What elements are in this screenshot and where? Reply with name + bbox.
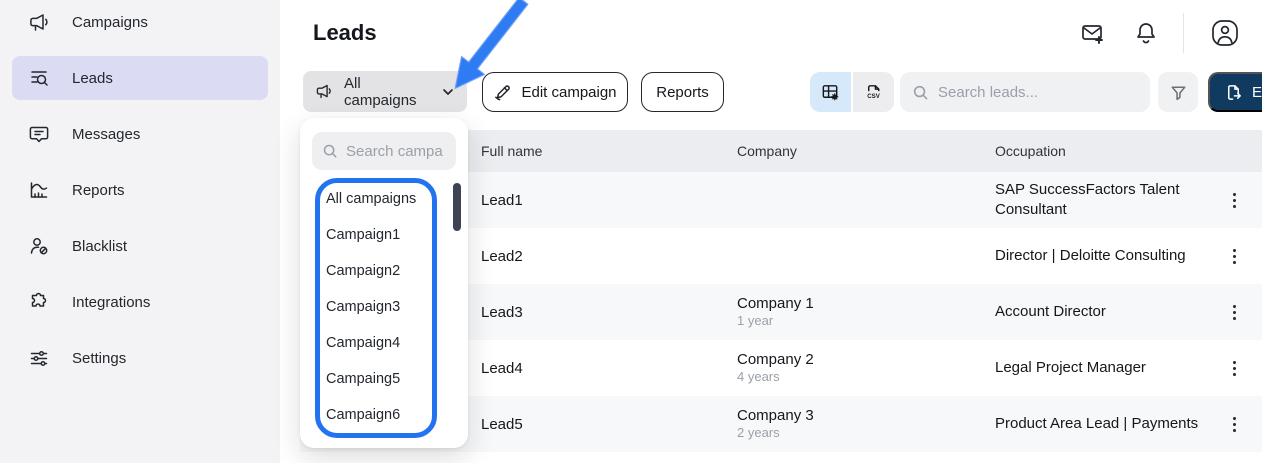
export-file-icon <box>1224 83 1243 102</box>
occupation: Legal Project Manager <box>995 358 1206 378</box>
sidebar-item-label: Blacklist <box>72 238 127 255</box>
sidebar-item-leads[interactable]: Leads <box>12 56 268 100</box>
campaign-search-box[interactable] <box>312 132 456 170</box>
bell-icon[interactable] <box>1133 20 1159 46</box>
csv-file-icon: CSV <box>863 82 884 103</box>
sidebar-item-label: Settings <box>72 350 126 367</box>
export-button[interactable]: Export <box>1208 72 1262 112</box>
company-name: Company 1 <box>737 295 995 313</box>
header-divider <box>1183 13 1184 53</box>
campaign-option[interactable]: All campaigns <box>315 181 437 217</box>
mail-plus-icon[interactable] <box>1080 20 1106 46</box>
lead-full-name: Lead4 <box>481 360 737 377</box>
campaign-dropdown-panel: All campaignsCampaign1Campaign2Campaign3… <box>300 118 468 448</box>
kebab-menu-icon[interactable] <box>1233 193 1236 208</box>
occupation: SAP SuccessFactors Talent Consultant <box>995 180 1206 220</box>
occupation: Director | Deloitte Consulting <box>995 246 1206 266</box>
campaign-filter-dropdown[interactable]: All campaigns <box>303 71 467 112</box>
occupation: Product Area Lead | Payments <box>995 414 1206 434</box>
megaphone-icon <box>28 11 50 33</box>
table-settings-icon <box>820 82 841 103</box>
campaign-list: All campaignsCampaign1Campaign2Campaign3… <box>315 181 437 433</box>
edit-pencil-icon <box>493 83 512 102</box>
edit-campaign-button[interactable]: Edit campaign <box>482 72 628 112</box>
campaign-option[interactable]: Campaign6 <box>315 397 437 433</box>
person-block-icon <box>28 235 50 257</box>
table-view-settings-button[interactable] <box>810 72 851 112</box>
campaign-search-input[interactable] <box>346 143 446 160</box>
leads-app: { "sidebar": { "items": [ { "label": "Ca… <box>0 0 1262 463</box>
page-title: Leads <box>313 20 377 46</box>
filter-button[interactable] <box>1158 72 1198 112</box>
company-duration: 4 years <box>737 369 995 385</box>
search-icon <box>322 143 338 159</box>
company-name: Company 2 <box>737 351 995 369</box>
kebab-menu-icon[interactable] <box>1233 249 1236 264</box>
sidebar-item-label: Messages <box>72 126 140 143</box>
sidebar-item-label: Leads <box>72 70 113 87</box>
kebab-menu-icon[interactable] <box>1233 417 1236 432</box>
search-icon <box>912 84 929 101</box>
puzzle-icon <box>28 291 50 313</box>
search-leads-input[interactable] <box>938 84 1138 101</box>
message-icon <box>28 123 50 145</box>
company-duration: 2 years <box>737 425 995 441</box>
search-leads-box[interactable] <box>900 72 1150 112</box>
company-duration: 1 year <box>737 313 995 329</box>
sliders-icon <box>28 347 50 369</box>
sidebar-item-messages[interactable]: Messages <box>12 112 268 156</box>
column-header-company: Company <box>737 143 995 159</box>
lead-full-name: Lead2 <box>481 248 737 265</box>
csv-export-button[interactable]: CSV <box>853 72 894 112</box>
column-header-full-name: Full name <box>481 143 737 159</box>
sidebar-item-label: Campaigns <box>72 14 148 31</box>
funnel-icon <box>1169 83 1188 102</box>
column-header-occupation: Occupation <box>995 143 1206 159</box>
lead-full-name: Lead1 <box>481 192 737 209</box>
reports-button-label: Reports <box>656 84 709 101</box>
sidebar-item-label: Integrations <box>72 294 150 311</box>
sidebar-item-integrations[interactable]: Integrations <box>12 280 268 324</box>
sidebar-item-settings[interactable]: Settings <box>12 336 268 380</box>
dropdown-scrollbar[interactable] <box>453 183 461 231</box>
sidebar-item-campaigns[interactable]: Campaigns <box>12 0 268 44</box>
sidebar-item-blacklist[interactable]: Blacklist <box>12 224 268 268</box>
svg-text:CSV: CSV <box>867 93 880 100</box>
campaign-option[interactable]: Campaing5 <box>315 361 437 397</box>
edit-campaign-label: Edit campaign <box>521 84 616 101</box>
kebab-menu-icon[interactable] <box>1233 361 1236 376</box>
sidebar-item-label: Reports <box>72 182 125 199</box>
sidebar: Campaigns Leads Messages Reports Blacklist In… <box>0 0 280 463</box>
campaign-option[interactable]: Campaign4 <box>315 325 437 361</box>
account-icon[interactable] <box>1210 18 1240 48</box>
company-name: Company 3 <box>737 407 995 425</box>
lead-search-icon <box>28 67 50 89</box>
chart-icon <box>28 179 50 201</box>
campaign-filter-label: All campaigns <box>344 75 431 109</box>
occupation: Account Director <box>995 302 1206 322</box>
campaign-option[interactable]: Campaign2 <box>315 253 437 289</box>
campaign-option[interactable]: Campaign3 <box>315 289 437 325</box>
sidebar-item-reports[interactable]: Reports <box>12 168 268 212</box>
campaign-option[interactable]: Campaign1 <box>315 217 437 253</box>
megaphone-icon <box>315 82 334 101</box>
kebab-menu-icon[interactable] <box>1233 305 1236 320</box>
export-label: Export <box>1252 84 1262 101</box>
lead-full-name: Lead5 <box>481 416 737 433</box>
lead-full-name: Lead3 <box>481 304 737 321</box>
reports-button[interactable]: Reports <box>641 72 724 112</box>
chevron-down-icon <box>441 85 455 99</box>
